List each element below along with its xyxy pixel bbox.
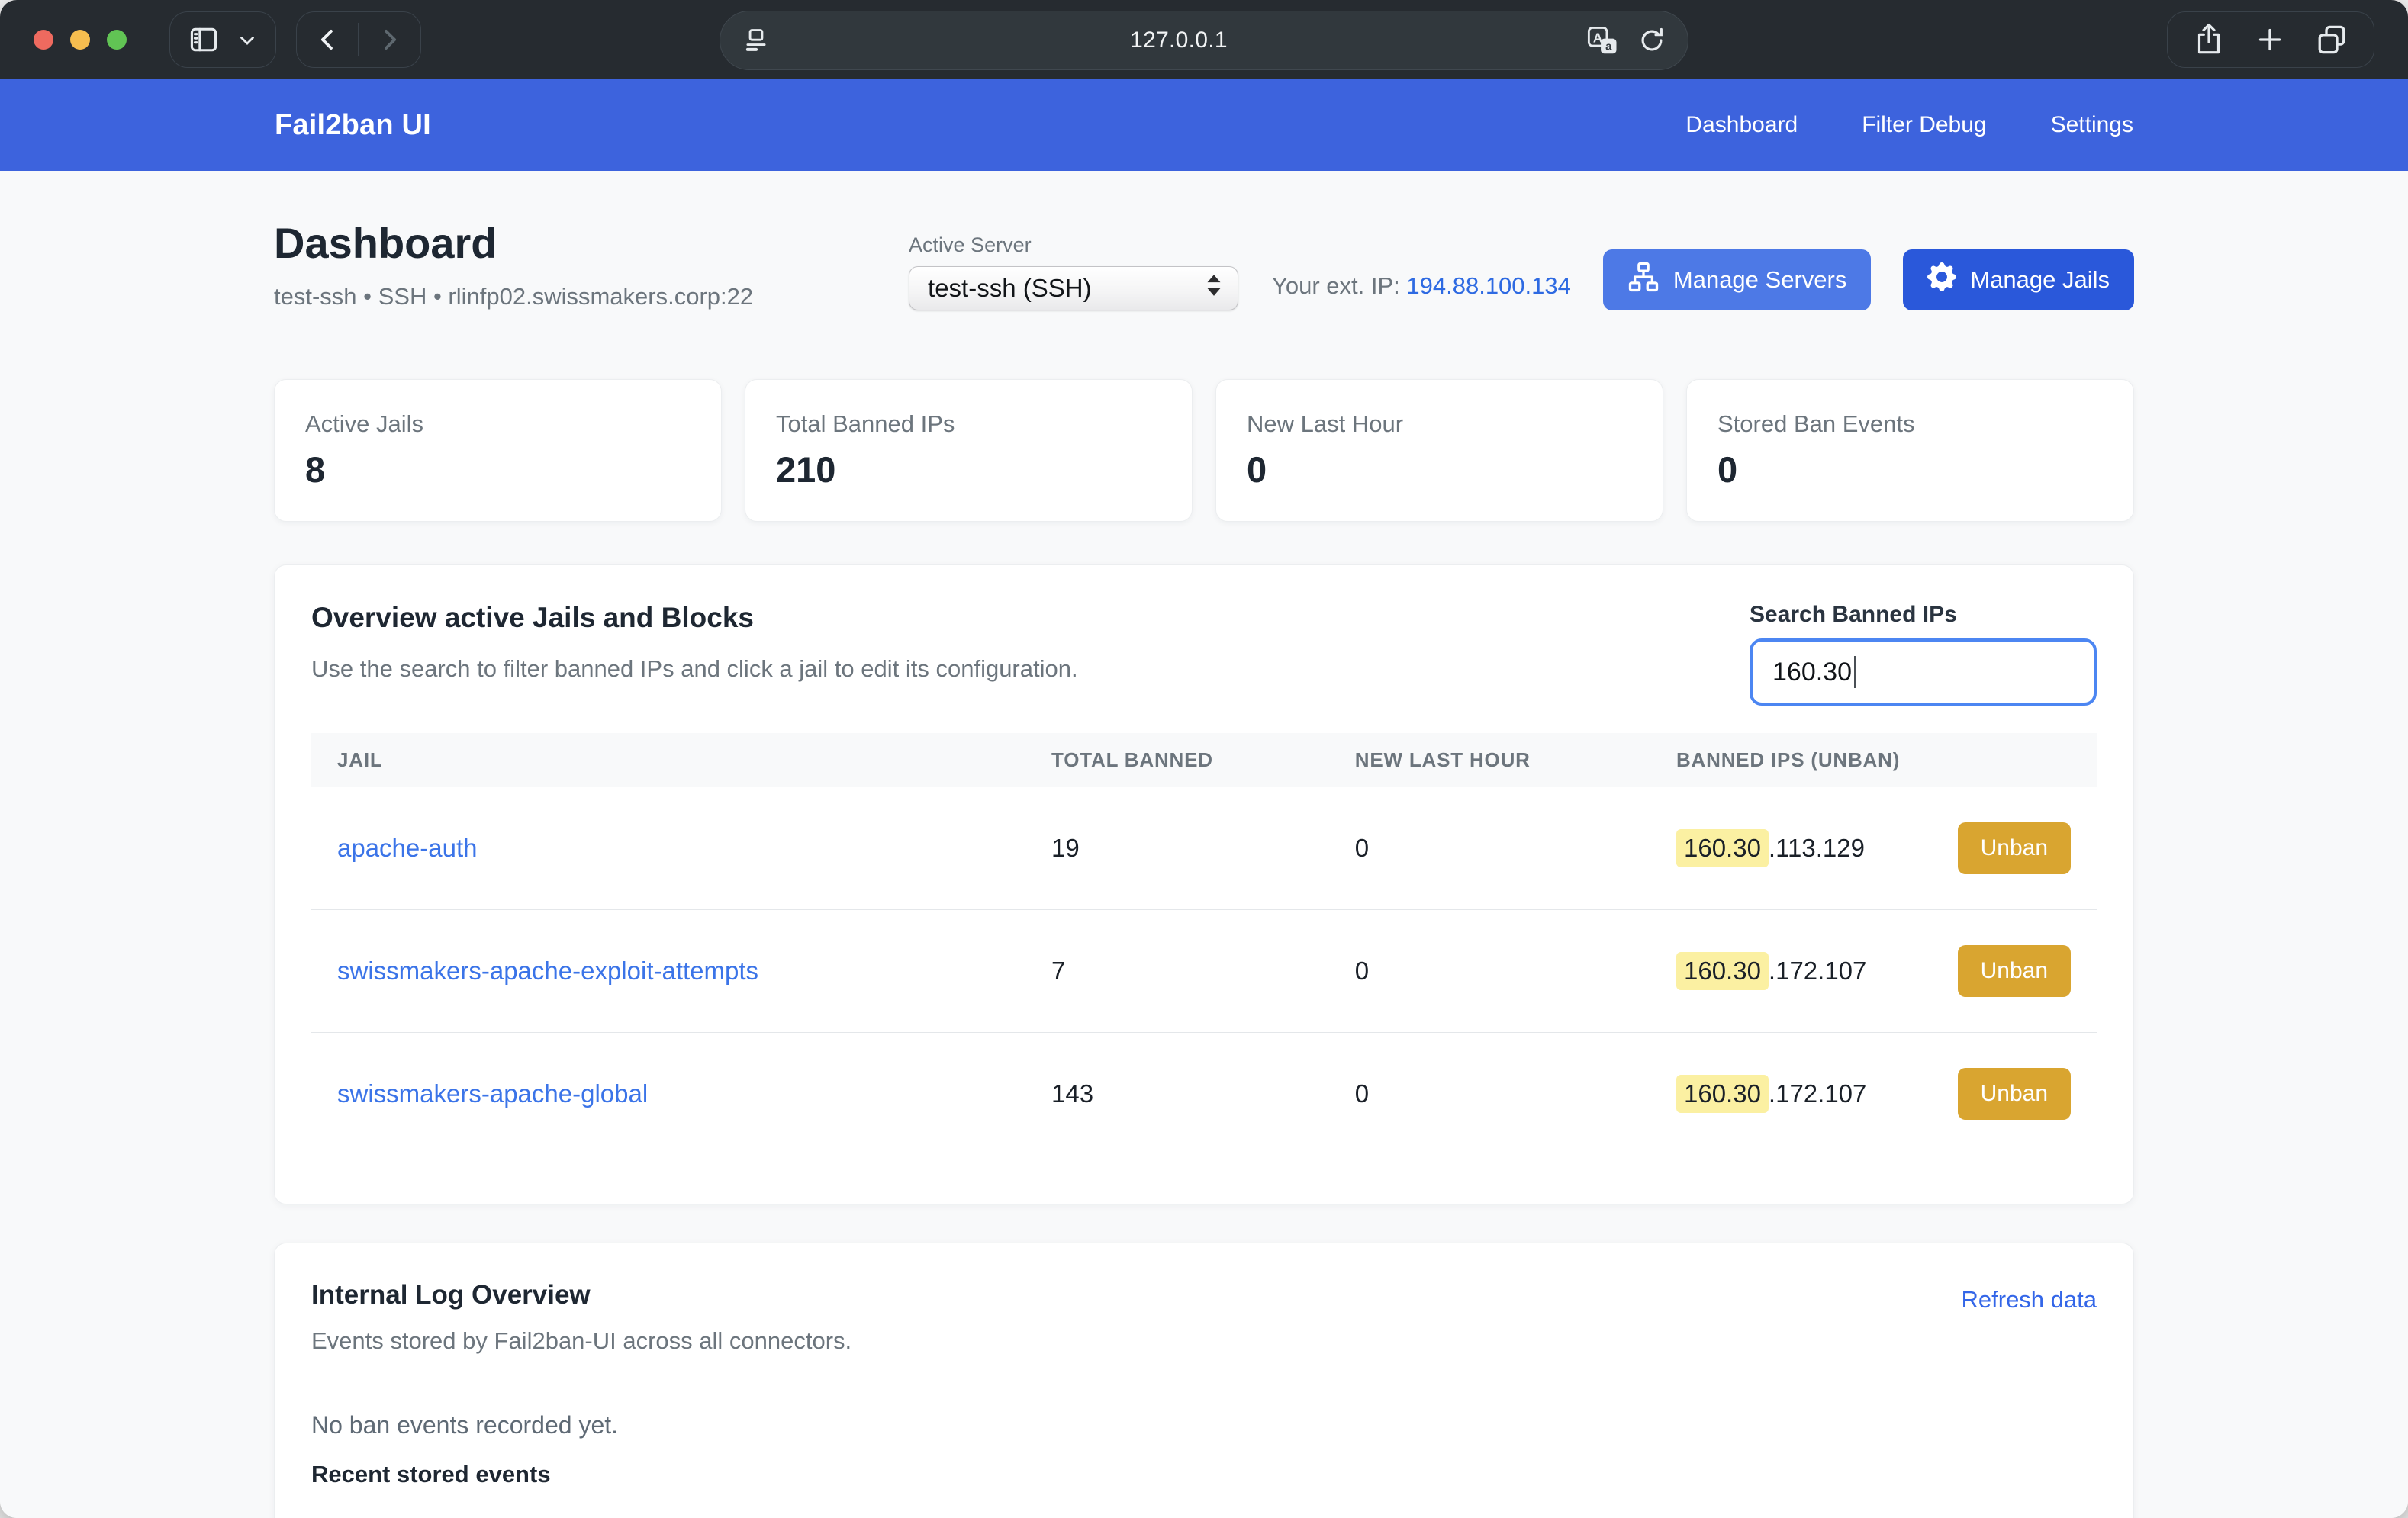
ext-ip-value[interactable]: 194.88.100.134 — [1406, 272, 1571, 299]
browser-chrome: 127.0.0.1 A a — [0, 0, 2408, 79]
overview-subtitle: Use the search to filter banned IPs and … — [311, 655, 1078, 683]
unban-button[interactable]: Unban — [1958, 945, 2071, 997]
text-cursor — [1854, 656, 1856, 688]
table-row: apache-auth 19 0 160.30.113.129 Unban — [311, 787, 2097, 910]
active-server-label: Active Server — [909, 233, 1238, 257]
search-banned-ips-label: Search Banned IPs — [1750, 602, 2097, 628]
chrome-right-cluster — [2167, 11, 2374, 68]
translate-icon[interactable]: A a — [1587, 25, 1621, 56]
jail-link[interactable]: swissmakers-apache-exploit-attempts — [337, 957, 758, 985]
reload-icon[interactable] — [1637, 25, 1666, 56]
close-window-button[interactable] — [34, 30, 53, 50]
new-last-hour-cell: 0 — [1329, 910, 1650, 1033]
minimize-window-button[interactable] — [70, 30, 90, 50]
table-row: swissmakers-apache-global 143 0 160.30.1… — [311, 1033, 2097, 1156]
nav-link-dashboard[interactable]: Dashboard — [1685, 112, 1798, 138]
jail-link[interactable]: swissmakers-apache-global — [337, 1079, 648, 1108]
new-last-hour-cell: 0 — [1329, 787, 1650, 910]
page-subtitle: test-ssh • SSH • rlinfp02.swissmakers.co… — [274, 283, 753, 310]
no-ban-events-message: No ban events recorded yet. — [311, 1411, 2097, 1439]
zoom-window-button[interactable] — [107, 30, 127, 50]
total-banned-cell: 7 — [1025, 910, 1329, 1033]
col-header-total-banned: TOTAL BANNED — [1025, 733, 1329, 787]
ext-ip-label: Your ext. IP: — [1272, 272, 1400, 299]
back-button[interactable] — [314, 23, 343, 56]
banned-ip: 160.30.172.107 — [1676, 1075, 1866, 1113]
col-header-banned-ips: BANNED IPS (UNBAN) — [1650, 733, 2097, 787]
forward-button[interactable] — [375, 23, 404, 56]
ip-highlight: 160.30 — [1676, 1075, 1769, 1113]
active-server-select[interactable]: test-ssh (SSH) — [909, 266, 1238, 310]
unban-button[interactable]: Unban — [1958, 1068, 2071, 1120]
app-navbar: Fail2ban UI Dashboard Filter Debug Setti… — [0, 79, 2408, 171]
url-bar[interactable]: 127.0.0.1 A a — [720, 11, 1688, 70]
page: Dashboard test-ssh • SSH • rlinfp02.swis… — [0, 171, 2408, 1518]
sidebar-toggle-button[interactable] — [169, 11, 276, 68]
stat-card-new-last-hour: New Last Hour 0 — [1215, 379, 1663, 522]
manage-servers-button[interactable]: Manage Servers — [1603, 249, 1871, 310]
new-tab-button[interactable] — [2255, 24, 2285, 55]
browser-window: 127.0.0.1 A a — [0, 0, 2408, 1518]
stat-card-stored-ban-events: Stored Ban Events 0 — [1686, 379, 2134, 522]
select-arrows-icon — [1206, 272, 1222, 304]
log-title: Internal Log Overview — [311, 1280, 851, 1311]
jails-table: JAIL TOTAL BANNED NEW LAST HOUR BANNED I… — [311, 733, 2097, 1155]
log-subtitle: Events stored by Fail2ban-UI across all … — [311, 1327, 851, 1355]
page-format-icon[interactable] — [742, 24, 771, 57]
url-text: 127.0.0.1 — [771, 27, 1587, 53]
manage-jails-button[interactable]: Manage Jails — [1903, 249, 2134, 310]
jail-link[interactable]: apache-auth — [337, 834, 477, 862]
history-nav-group — [296, 11, 421, 68]
traffic-lights — [34, 30, 127, 50]
ip-highlight: 160.30 — [1676, 829, 1769, 867]
share-button[interactable] — [2194, 21, 2224, 58]
nav-links: Dashboard Filter Debug Settings — [1685, 112, 2133, 138]
nav-link-filter-debug[interactable]: Filter Debug — [1862, 112, 1986, 138]
brand-logo[interactable]: Fail2ban UI — [275, 109, 431, 142]
stat-cards: Active Jails 8 Total Banned IPs 210 New … — [274, 379, 2134, 522]
unban-button[interactable]: Unban — [1958, 822, 2071, 874]
nav-link-settings[interactable]: Settings — [2051, 112, 2133, 138]
page-header: Dashboard test-ssh • SSH • rlinfp02.swis… — [274, 218, 2134, 310]
page-title: Dashboard — [274, 218, 753, 268]
total-banned-cell: 19 — [1025, 787, 1329, 910]
refresh-data-link[interactable]: Refresh data — [1962, 1286, 2097, 1314]
table-row: swissmakers-apache-exploit-attempts 7 0 … — [311, 910, 2097, 1033]
banned-ip: 160.30.113.129 — [1676, 829, 1865, 867]
new-last-hour-cell: 0 — [1329, 1033, 1650, 1156]
chevron-down-icon — [236, 28, 259, 51]
recent-stored-events-title: Recent stored events — [311, 1461, 2097, 1488]
sidebar-icon — [187, 23, 221, 56]
overview-card: Overview active Jails and Blocks Use the… — [274, 564, 2134, 1204]
svg-text:a: a — [1605, 40, 1612, 53]
internal-log-card: Internal Log Overview Events stored by F… — [274, 1243, 2134, 1518]
divider — [358, 23, 359, 56]
col-header-new-last-hour: NEW LAST HOUR — [1329, 733, 1650, 787]
banned-ip: 160.30.172.107 — [1676, 952, 1866, 990]
search-banned-ips-input[interactable]: 160.30 — [1750, 638, 2097, 706]
stat-card-total-banned: Total Banned IPs 210 — [745, 379, 1193, 522]
total-banned-cell: 143 — [1025, 1033, 1329, 1156]
col-header-jail: JAIL — [311, 733, 1025, 787]
ip-highlight: 160.30 — [1676, 952, 1769, 990]
stat-card-active-jails: Active Jails 8 — [274, 379, 722, 522]
gear-icon — [1927, 262, 1956, 297]
sitemap-icon — [1627, 261, 1660, 299]
external-ip: Your ext. IP: 194.88.100.134 — [1272, 272, 1571, 300]
overview-title: Overview active Jails and Blocks — [311, 602, 1078, 634]
tabs-overview-button[interactable] — [2316, 24, 2348, 56]
